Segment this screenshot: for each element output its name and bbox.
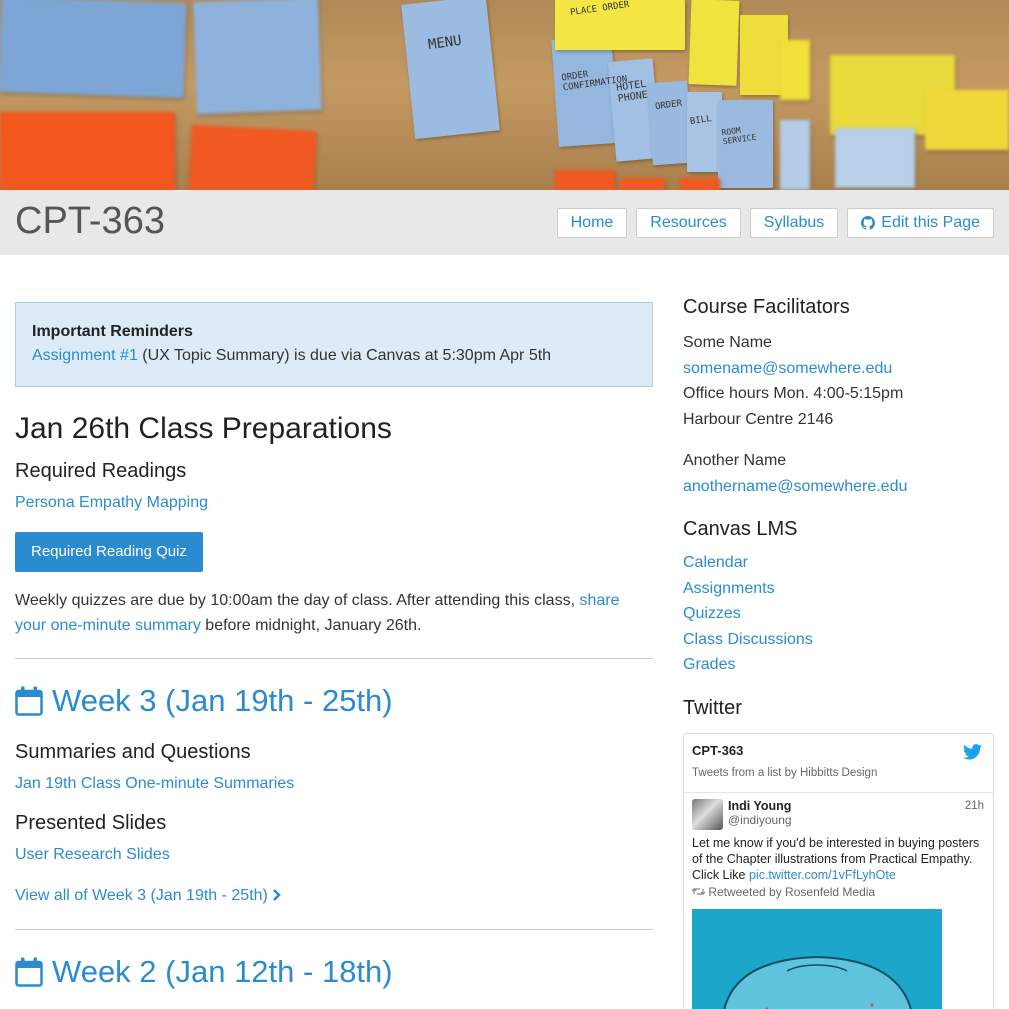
banner-note — [835, 128, 915, 188]
one-minute-summaries-link[interactable]: Jan 19th Class One-minute Summaries — [15, 775, 294, 792]
twitter-list-name[interactable]: CPT-363 — [692, 743, 985, 758]
edit-page-button[interactable]: Edit this Page — [847, 208, 994, 238]
view-all-week3-link[interactable]: View all of Week 3 (Jan 19th - 25th) — [15, 887, 282, 904]
banner-note — [188, 124, 317, 190]
calendar-icon — [15, 957, 43, 987]
canvas-links: Calendar Assignments Quizzes Class Discu… — [683, 550, 994, 678]
tweet-media-image[interactable] — [692, 909, 942, 1009]
banner-note-menu — [401, 0, 500, 140]
twitter-heading: Twitter — [683, 696, 742, 719]
chevron-right-icon — [273, 889, 282, 901]
tweet-illustration — [723, 955, 912, 1009]
presented-slides-heading: Presented Slides — [15, 812, 167, 834]
assignment-link[interactable]: Assignment #1 — [32, 347, 138, 364]
canvas-link-grades[interactable]: Grades — [683, 656, 735, 673]
edit-page-label: Edit this Page — [881, 214, 980, 231]
banner-note — [555, 170, 615, 190]
banner-note — [193, 0, 322, 115]
alert-text: Assignment #1 (UX Topic Summary) is due … — [32, 347, 636, 365]
twitter-bird-icon[interactable] — [963, 744, 982, 760]
tweet-text: Let me know if you'd be interested in bu… — [692, 835, 985, 883]
banner-note — [620, 178, 665, 190]
avatar[interactable] — [692, 799, 723, 830]
facilitator-name: Another Name — [683, 452, 787, 469]
quiz-note-text: Weekly quizzes are due by 10:00am the da… — [15, 592, 580, 609]
banner-note — [551, 36, 619, 147]
main-content: Important Reminders Assignment #1 (UX To… — [15, 302, 653, 990]
tweet-timestamp[interactable]: 21h — [965, 800, 984, 812]
tweet-handle[interactable]: @indiyoung — [728, 813, 985, 827]
office-hours: Office hours Mon. 4:00-5:15pm — [683, 385, 904, 402]
banner-note — [925, 90, 1009, 150]
alert-title: Important Reminders — [32, 323, 193, 340]
tweet-author[interactable]: Indi Young — [728, 799, 985, 813]
banner-note — [0, 112, 175, 190]
site-title[interactable]: CPT-363 — [15, 200, 165, 243]
required-reading-quiz-button[interactable]: Required Reading Quiz — [15, 532, 203, 572]
retweet-line: Retweeted by Rosenfeld Media — [691, 885, 985, 899]
summaries-heading: Summaries and Questions — [15, 741, 251, 763]
prep-heading: Jan 26th Class Preparations — [15, 412, 392, 445]
alert-body: (UX Topic Summary) is due via Canvas at … — [137, 347, 552, 364]
banner-note — [687, 92, 722, 172]
facilitator-email-link[interactable]: somename@somewhere.edu — [683, 360, 892, 377]
view-all-label: View all of Week 3 (Jan 19th - 25th) — [15, 887, 268, 904]
divider — [15, 658, 653, 659]
retweet-text: Retweeted by Rosenfeld Media — [708, 885, 876, 899]
divider — [15, 929, 653, 930]
tweet: Indi Young @indiyoung 21h Let me know if… — [684, 793, 993, 1009]
facilitators-heading: Course Facilitators — [683, 296, 850, 318]
canvas-link-discussions[interactable]: Class Discussions — [683, 631, 813, 648]
banner-note — [0, 0, 187, 99]
important-reminders-alert: Important Reminders Assignment #1 (UX To… — [15, 302, 653, 387]
quiz-note-text-end: before midnight, January 26th. — [200, 617, 422, 634]
user-research-slides-link[interactable]: User Research Slides — [15, 846, 170, 863]
canvas-heading: Canvas LMS — [683, 518, 798, 540]
calendar-icon — [15, 686, 43, 716]
week2-title: Week 2 (Jan 12th - 18th) — [52, 954, 393, 989]
twitter-list-subtitle[interactable]: Tweets from a list by Hibbitts Design — [692, 767, 985, 779]
nav-resources-button[interactable]: Resources — [636, 208, 741, 238]
required-readings-heading: Required Readings — [15, 460, 187, 482]
facilitator-email-link[interactable]: anothername@somewhere.edu — [683, 478, 907, 495]
week3-heading[interactable]: Week 3 (Jan 19th - 25th) — [15, 683, 653, 719]
banner-note — [680, 178, 720, 190]
banner-note — [688, 0, 740, 86]
main-nav: Home Resources Syllabus Edit this Page — [556, 208, 994, 238]
banner-note — [780, 40, 810, 100]
week3-title: Week 3 (Jan 19th - 25th) — [52, 683, 393, 718]
sidebar: Course Facilitators Some Name somename@s… — [683, 296, 994, 720]
twitter-widget[interactable]: CPT-363 Tweets from a list by Hibbitts D… — [683, 733, 994, 1009]
nav-syllabus-button[interactable]: Syllabus — [749, 208, 839, 238]
quiz-note: Weekly quizzes are due by 10:00am the da… — [15, 588, 653, 638]
canvas-link-calendar[interactable]: Calendar — [683, 554, 748, 571]
canvas-link-assignments[interactable]: Assignments — [683, 580, 775, 597]
banner-note — [780, 120, 810, 190]
github-icon — [861, 216, 876, 230]
week2-heading[interactable]: Week 2 (Jan 12th - 18th) — [15, 954, 653, 990]
tweet-media-link[interactable]: pic.twitter.com/1vFfLyhOte — [749, 868, 896, 882]
persona-empathy-link[interactable]: Persona Empathy Mapping — [15, 494, 208, 511]
nav-home-button[interactable]: Home — [556, 208, 628, 238]
office-location: Harbour Centre 2146 — [683, 410, 834, 428]
site-header: CPT-363 Home Resources Syllabus Edit thi… — [0, 190, 1009, 255]
canvas-link-quizzes[interactable]: Quizzes — [683, 605, 741, 622]
header-banner-image: MENU ORDER CONFIRMATION HOTEL PHONE ORDE… — [0, 0, 1009, 190]
facilitator-name: Some Name — [683, 334, 772, 351]
retweet-icon — [691, 888, 706, 895]
twitter-widget-header: CPT-363 Tweets from a list by Hibbitts D… — [684, 734, 993, 793]
